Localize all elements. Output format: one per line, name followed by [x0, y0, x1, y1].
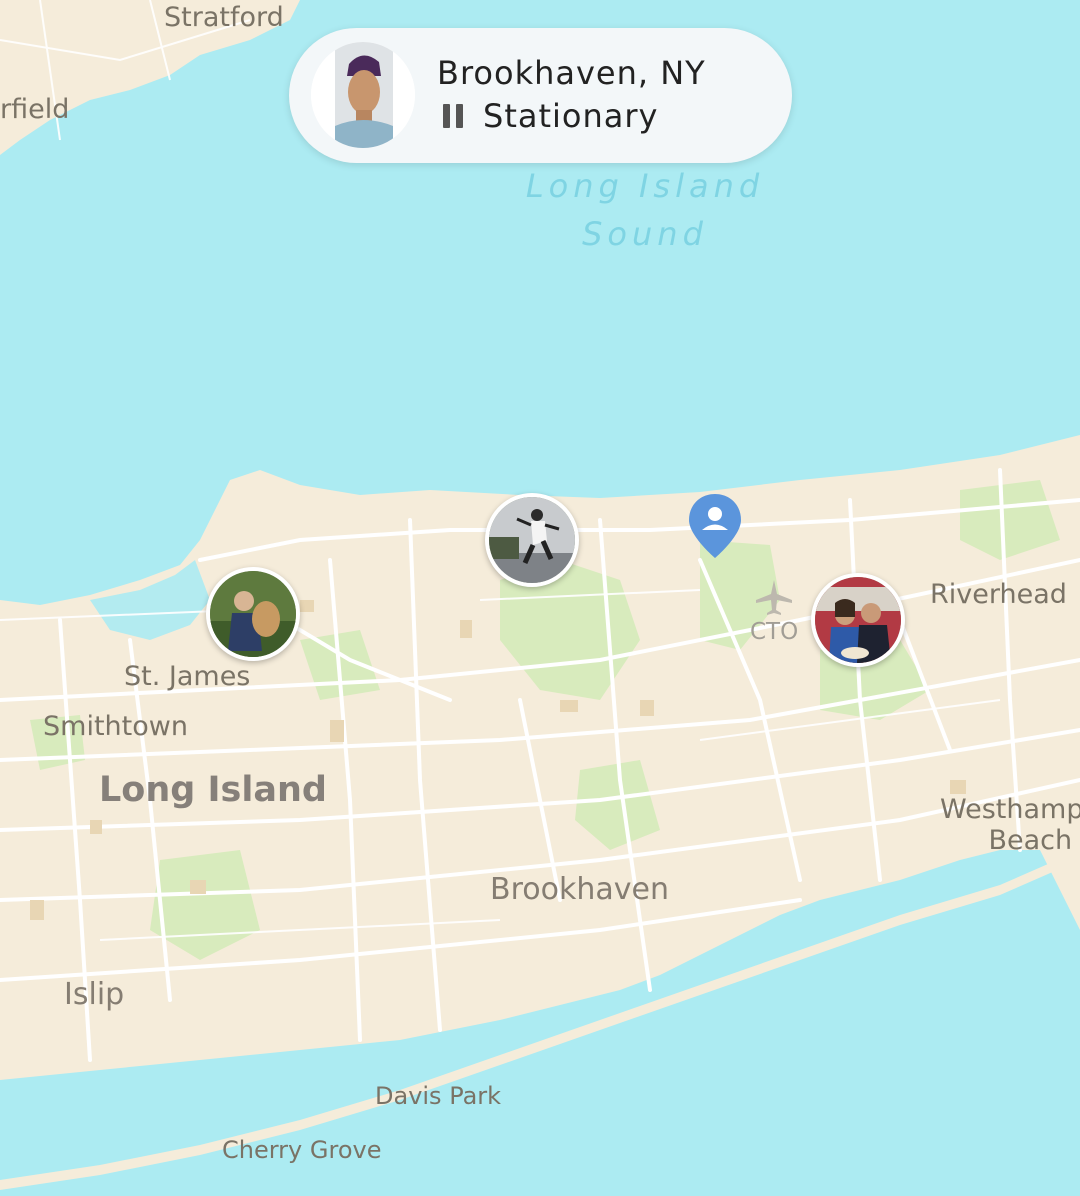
place-label-davis-park: Davis Park	[375, 1082, 502, 1110]
friend-photo-icon	[210, 571, 296, 657]
place-label-stratford: Stratford	[164, 2, 284, 33]
status-location-title: Brookhaven, NY	[437, 54, 706, 92]
place-label-westhampton: Westhampto Beach	[940, 794, 1080, 856]
place-label-islip: Islip	[64, 977, 125, 1012]
airport-icon	[756, 580, 792, 615]
friend-photo-icon	[489, 497, 575, 583]
place-label-smithtown: Smithtown	[43, 711, 188, 742]
place-label-fairfield: rfield	[0, 94, 70, 125]
friend-photo-icon	[815, 577, 901, 663]
status-avatar[interactable]	[311, 42, 415, 148]
water-label-long-island-sound: Long Island Sound	[520, 162, 770, 258]
water-label-line2: Sound	[582, 215, 708, 253]
status-line: Stationary	[443, 96, 658, 136]
location-pin-icon[interactable]	[687, 492, 743, 560]
pause-icon	[443, 104, 465, 128]
friend-avatar-riverhead[interactable]	[811, 573, 905, 667]
status-text: Stationary	[483, 97, 659, 135]
place-label-cto: CTO	[750, 619, 799, 645]
place-label-westhampton-line2: Beach	[988, 825, 1073, 856]
place-label-riverhead: Riverhead	[930, 579, 1067, 610]
place-label-long-island: Long Island	[99, 770, 327, 810]
location-status-card[interactable]: Brookhaven, NY Stationary	[289, 28, 792, 163]
profile-photo-icon	[311, 42, 415, 148]
water-label-line1: Long Island	[525, 167, 765, 205]
friend-avatar-north-shore[interactable]	[485, 493, 579, 587]
place-label-cherry-grove: Cherry Grove	[222, 1136, 382, 1164]
place-label-brookhaven: Brookhaven	[490, 872, 669, 907]
place-label-westhampton-line1: Westhampto	[940, 794, 1080, 825]
place-label-st-james: St. James	[124, 661, 251, 692]
friend-avatar-st-james[interactable]	[206, 567, 300, 661]
